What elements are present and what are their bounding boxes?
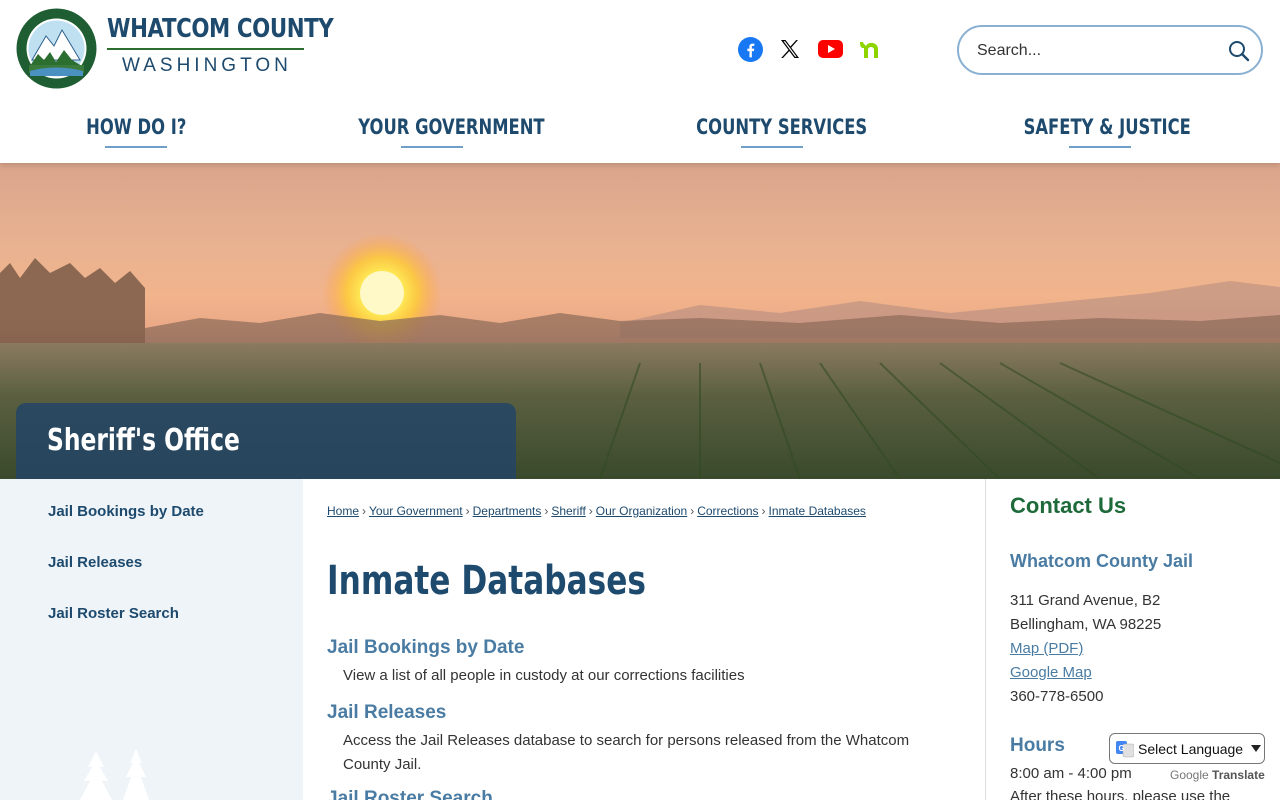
nav-label: YOUR GOVERNMENT: [358, 115, 545, 139]
nav-underline: [741, 146, 803, 148]
breadcrumb-departments[interactable]: Departments: [473, 504, 542, 518]
jail-roster-link[interactable]: Jail Roster Search: [327, 788, 493, 800]
jail-bookings-link[interactable]: Jail Bookings by Date: [327, 637, 524, 659]
jail-bookings-description: View a list of all people in custody at …: [343, 667, 745, 684]
breadcrumb-your-government[interactable]: Your Government: [369, 504, 463, 518]
facebook-icon[interactable]: [737, 36, 763, 62]
google-translate-icon: G: [1116, 740, 1134, 757]
logo-divider: [107, 48, 304, 50]
nextdoor-icon[interactable]: [857, 36, 883, 62]
address-line-1: 311 Grand Avenue, B2: [1010, 592, 1161, 609]
department-title-tab: Sheriff's Office: [16, 403, 516, 479]
nav-safety-justice[interactable]: SAFETY & JUSTICE: [1000, 112, 1200, 148]
breadcrumb-separator: ›: [690, 504, 695, 518]
powered-by-google-translate[interactable]: Google Translate: [1170, 768, 1265, 782]
nav-label: COUNTY SERVICES: [696, 115, 868, 139]
department-title: Sheriff's Office: [47, 423, 240, 458]
google-map-link[interactable]: Google Map: [1010, 664, 1092, 681]
logo-county-text: WHATCOM COUNTY: [107, 14, 334, 44]
hours-heading: Hours: [1010, 735, 1065, 756]
sidebar-nav: [0, 479, 303, 800]
nav-underline: [105, 146, 167, 148]
breadcrumb-corrections[interactable]: Corrections: [697, 504, 758, 518]
nav-label: SAFETY & JUSTICE: [1023, 115, 1191, 139]
nav-underline: [1069, 146, 1131, 148]
breadcrumb-sheriff[interactable]: Sheriff: [551, 504, 585, 518]
google-wordmark: Google: [1170, 768, 1209, 782]
address-line-2: Bellingham, WA 98225: [1010, 616, 1162, 633]
county-seal-logo[interactable]: [16, 8, 97, 89]
nav-your-government[interactable]: YOUR GOVERNMENT: [332, 112, 545, 148]
x-icon[interactable]: [777, 36, 803, 62]
tree-silhouette-icon: [80, 749, 149, 800]
youtube-icon[interactable]: [817, 36, 843, 62]
facility-name: Whatcom County Jail: [1010, 551, 1194, 571]
breadcrumb: Home › Your Government › Departments › Sheriff…: [327, 504, 866, 518]
breadcrumb-separator: ›: [761, 504, 766, 518]
jail-releases-link[interactable]: Jail Releases: [327, 702, 446, 724]
jail-releases-description: Access the Jail Releases database to sea…: [343, 732, 910, 773]
phone-number: 360-778-6500: [1010, 688, 1104, 705]
logo-state-text: WASHINGTON: [122, 55, 292, 76]
search-input[interactable]: [977, 39, 1217, 63]
breadcrumb-home[interactable]: Home: [327, 504, 359, 518]
site-header: WHATCOM COUNTY WASHINGTON HOW DO I? YOUR…: [0, 0, 1280, 163]
county-wordmark[interactable]: WHATCOM COUNTY WASHINGTON: [107, 12, 334, 82]
nav-label: HOW DO I?: [85, 115, 187, 139]
sidebar-item-jail-roster[interactable]: Jail Roster Search: [48, 605, 179, 622]
translate-label: Translate: [1212, 768, 1265, 782]
breadcrumb-inmate-databases[interactable]: Inmate Databases: [769, 504, 866, 518]
map-pdf-link[interactable]: Map (PDF): [1010, 640, 1083, 657]
language-select-label: Select Language: [1138, 740, 1244, 757]
site-search: [957, 25, 1263, 75]
sidebar-item-jail-releases[interactable]: Jail Releases: [48, 554, 142, 571]
svg-text:G: G: [1119, 744, 1125, 753]
breadcrumb-separator: ›: [544, 504, 549, 518]
hours-value: 8:00 am - 4:00 pm: [1010, 765, 1132, 782]
chevron-down-icon: [1251, 744, 1262, 752]
breadcrumb-our-organization[interactable]: Our Organization: [596, 504, 687, 518]
language-select[interactable]: G Select Language: [1109, 733, 1265, 764]
sidebar-item-jail-bookings[interactable]: Jail Bookings by Date: [48, 503, 204, 520]
page-title: Inmate Databases: [327, 558, 646, 604]
hours-note: After these hours, please use the: [1010, 788, 1231, 800]
nav-how-do-i[interactable]: HOW DO I?: [66, 112, 206, 148]
breadcrumb-separator: ›: [465, 504, 470, 518]
contact-heading: Contact Us: [1010, 493, 1127, 518]
nav-county-services[interactable]: COUNTY SERVICES: [672, 112, 872, 148]
nav-underline: [401, 146, 463, 148]
breadcrumb-separator: ›: [588, 504, 593, 518]
search-icon[interactable]: [1227, 39, 1251, 63]
breadcrumb-separator: ›: [362, 504, 367, 518]
